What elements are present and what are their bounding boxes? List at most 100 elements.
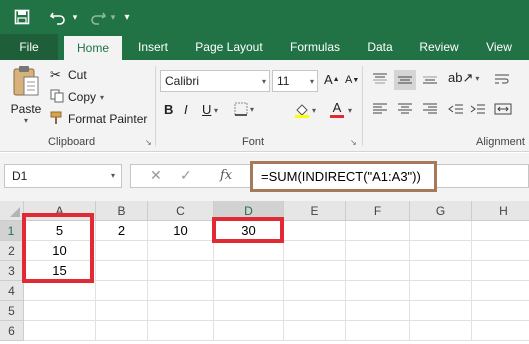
- cell-c3[interactable]: [148, 261, 214, 281]
- redo-dropdown-icon[interactable]: ▾: [108, 6, 118, 28]
- worksheet-grid[interactable]: A B C D E F G H 1 2 3 4 5 6 5 2 10 30 10…: [0, 201, 529, 344]
- cell-e3[interactable]: [284, 261, 346, 281]
- underline-dropdown-icon[interactable]: ▾: [214, 106, 218, 115]
- cell-b6[interactable]: [96, 321, 148, 341]
- cell-b4[interactable]: [96, 281, 148, 301]
- insert-function-icon[interactable]: fx: [220, 168, 232, 183]
- cell-g6[interactable]: [410, 321, 472, 341]
- orientation-button[interactable]: ab↗ ▾: [448, 70, 479, 86]
- cell-f4[interactable]: [346, 281, 410, 301]
- cell-e2[interactable]: [284, 241, 346, 261]
- cell-e6[interactable]: [284, 321, 346, 341]
- row-header[interactable]: 2: [0, 241, 24, 261]
- cell-h4[interactable]: [472, 281, 529, 301]
- cell-a5[interactable]: [24, 301, 96, 321]
- borders-button[interactable]: ▾: [234, 102, 254, 116]
- cell-f3[interactable]: [346, 261, 410, 281]
- cell-b2[interactable]: [96, 241, 148, 261]
- cell-b1[interactable]: 2: [96, 221, 148, 241]
- font-size-select[interactable]: 11 ▾: [272, 70, 318, 92]
- align-left-button[interactable]: [372, 102, 388, 116]
- cell-e5[interactable]: [284, 301, 346, 321]
- cut-button[interactable]: ✂ Cut: [50, 66, 87, 84]
- column-header[interactable]: B: [96, 201, 148, 221]
- paste-button[interactable]: Paste ▾: [8, 64, 44, 140]
- column-header[interactable]: C: [148, 201, 214, 221]
- tab-data[interactable]: Data: [358, 34, 402, 60]
- redo-icon[interactable]: [86, 6, 110, 28]
- cell-g4[interactable]: [410, 281, 472, 301]
- save-icon[interactable]: [10, 6, 34, 28]
- font-color-button[interactable]: A: [330, 100, 344, 118]
- cell-d5[interactable]: [214, 301, 284, 321]
- column-header[interactable]: F: [346, 201, 410, 221]
- tab-page-layout[interactable]: Page Layout: [188, 34, 270, 60]
- cell-b5[interactable]: [96, 301, 148, 321]
- undo-icon[interactable]: [46, 6, 70, 28]
- tab-view[interactable]: View: [476, 34, 522, 60]
- cell-c5[interactable]: [148, 301, 214, 321]
- top-align-button[interactable]: [372, 72, 388, 86]
- cell-d2[interactable]: [214, 241, 284, 261]
- align-center-button[interactable]: [397, 102, 413, 116]
- align-right-button[interactable]: [422, 102, 438, 116]
- column-header[interactable]: E: [284, 201, 346, 221]
- cell-h6[interactable]: [472, 321, 529, 341]
- copy-button[interactable]: Copy ▾: [50, 88, 104, 106]
- cell-d4[interactable]: [214, 281, 284, 301]
- cell-f2[interactable]: [346, 241, 410, 261]
- tab-review[interactable]: Review: [410, 34, 468, 60]
- cell-g1[interactable]: [410, 221, 472, 241]
- row-header[interactable]: 3: [0, 261, 24, 281]
- row-header[interactable]: 4: [0, 281, 24, 301]
- font-color-dropdown-icon[interactable]: ▾: [348, 106, 352, 115]
- cell-a6[interactable]: [24, 321, 96, 341]
- bottom-align-button[interactable]: [422, 72, 438, 86]
- row-header[interactable]: 6: [0, 321, 24, 341]
- increase-font-size-button[interactable]: A ▲: [324, 72, 340, 87]
- fill-color-button[interactable]: ▾: [294, 102, 316, 118]
- middle-align-button[interactable]: [394, 70, 416, 90]
- italic-button[interactable]: I: [184, 102, 188, 117]
- cell-d6[interactable]: [214, 321, 284, 341]
- column-header[interactable]: H: [472, 201, 529, 221]
- cell-e1[interactable]: [284, 221, 346, 241]
- cell-f5[interactable]: [346, 301, 410, 321]
- name-box[interactable]: D1 ▾: [4, 164, 122, 188]
- cell-g2[interactable]: [410, 241, 472, 261]
- cell-g5[interactable]: [410, 301, 472, 321]
- cell-c1[interactable]: 10: [148, 221, 214, 241]
- font-name-select[interactable]: Calibri ▾: [160, 70, 270, 92]
- customize-toolbar-icon[interactable]: ▾: [120, 6, 134, 28]
- cancel-icon[interactable]: ✕: [150, 167, 162, 184]
- cell-b3[interactable]: [96, 261, 148, 281]
- row-header[interactable]: 5: [0, 301, 24, 321]
- cell-a4[interactable]: [24, 281, 96, 301]
- bold-button[interactable]: B: [164, 102, 173, 117]
- copy-dropdown-icon[interactable]: ▾: [100, 93, 104, 102]
- decrease-indent-button[interactable]: [448, 102, 464, 116]
- column-header[interactable]: G: [410, 201, 472, 221]
- cell-c4[interactable]: [148, 281, 214, 301]
- tab-insert[interactable]: Insert: [128, 34, 178, 60]
- formula-text[interactable]: =SUM(INDIRECT("A1:A3")): [250, 161, 437, 192]
- cell-h3[interactable]: [472, 261, 529, 281]
- wrap-text-button[interactable]: [494, 72, 510, 86]
- cell-g3[interactable]: [410, 261, 472, 281]
- undo-dropdown-icon[interactable]: ▾: [70, 6, 80, 28]
- tab-formulas[interactable]: Formulas: [280, 34, 350, 60]
- underline-button[interactable]: U: [202, 102, 211, 117]
- clipboard-launcher-icon[interactable]: ↘: [145, 138, 152, 147]
- paste-dropdown-icon[interactable]: ▾: [24, 116, 28, 125]
- decrease-font-size-button[interactable]: A ▼: [345, 74, 359, 86]
- cell-d3[interactable]: [214, 261, 284, 281]
- cell-h1[interactable]: [472, 221, 529, 241]
- cell-c2[interactable]: [148, 241, 214, 261]
- cell-f6[interactable]: [346, 321, 410, 341]
- cell-e4[interactable]: [284, 281, 346, 301]
- font-launcher-icon[interactable]: ↘: [350, 138, 357, 147]
- tab-file[interactable]: File: [0, 34, 58, 60]
- select-all-corner[interactable]: [0, 201, 24, 221]
- row-header-selected[interactable]: 1: [0, 221, 24, 241]
- format-painter-button[interactable]: Format Painter: [50, 110, 147, 128]
